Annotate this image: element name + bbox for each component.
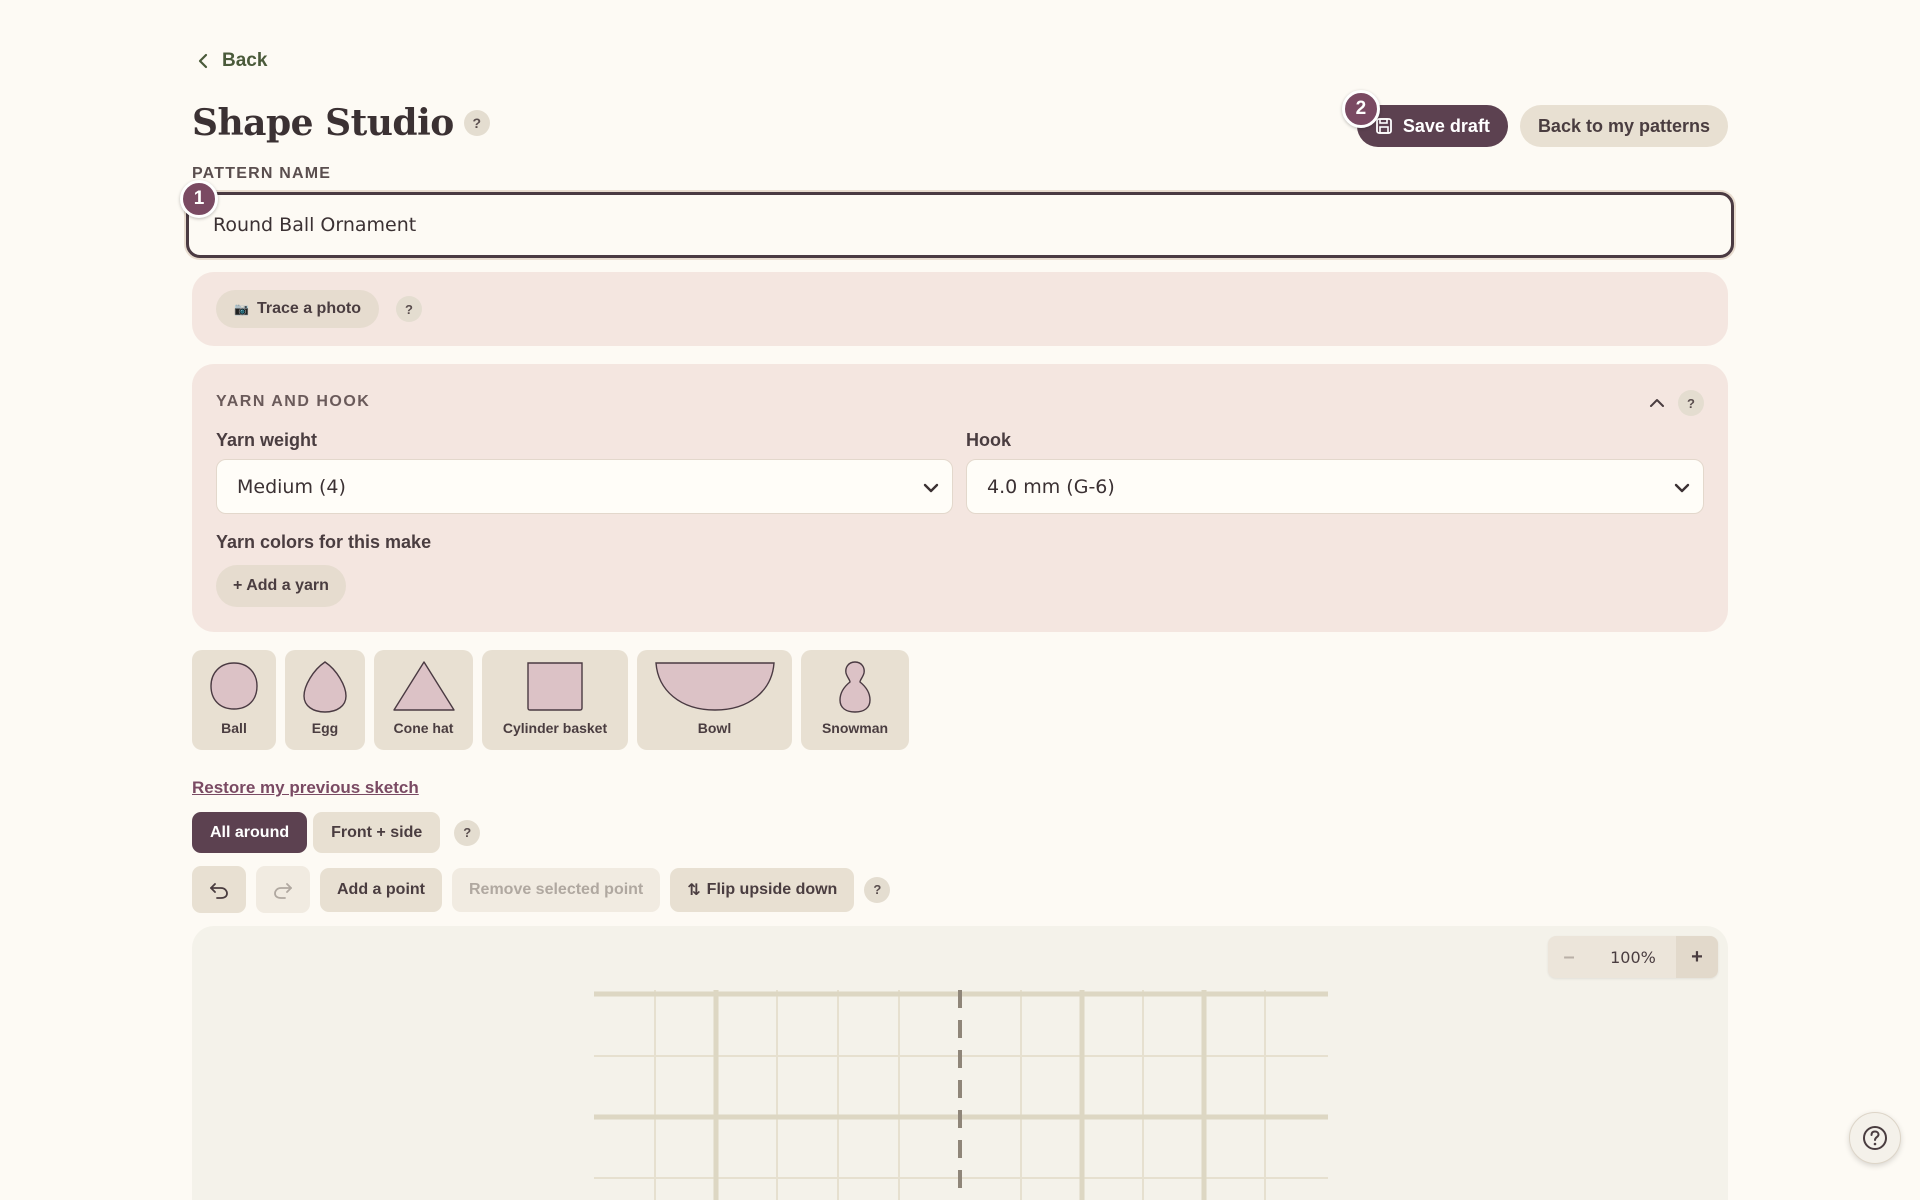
- step-badge-2: 2: [1341, 90, 1380, 128]
- chevron-left-icon: [198, 53, 208, 69]
- zoom-control: – 100% +: [1548, 936, 1718, 978]
- hook-value: 4.0 mm (G-6): [987, 475, 1115, 498]
- floating-help-button[interactable]: [1849, 1112, 1901, 1164]
- back-link[interactable]: Back: [196, 50, 267, 72]
- back-label: Back: [222, 50, 268, 71]
- redo-icon: [274, 882, 292, 899]
- zoom-level: 100%: [1610, 947, 1656, 967]
- tools-help-button[interactable]: ?: [864, 876, 891, 903]
- add-yarn-button[interactable]: + Add a yarn: [216, 565, 346, 607]
- view-front-side-button[interactable]: Front + side: [313, 812, 441, 853]
- view-toggle: All around Front + side ?: [192, 812, 481, 853]
- add-point-button[interactable]: Add a point: [320, 867, 442, 912]
- shape-label: Cylinder basket: [502, 720, 608, 736]
- remove-point-button[interactable]: Remove selected point: [451, 867, 661, 912]
- yarn-hook-panel: YARN AND HOOK ? Yarn weight Medium (4) H…: [192, 364, 1728, 632]
- header-actions: 2 Save draft Back to my patterns: [1341, 90, 1728, 147]
- ball-shape-icon: [210, 662, 258, 710]
- back-to-patterns-button[interactable]: Back to my patterns: [1519, 105, 1728, 147]
- egg-shape-icon: [303, 661, 347, 713]
- floppy-disk-icon: [1375, 118, 1392, 134]
- redo-button[interactable]: [256, 866, 310, 913]
- pattern-name-label: PATTERN NAME: [192, 165, 332, 182]
- zoom-in-button[interactable]: +: [1676, 936, 1718, 978]
- title-row: Shape Studio ?: [192, 102, 490, 144]
- pattern-name-wrap: 1: [180, 180, 1734, 258]
- edit-toolbar: Add a point Remove selected point ⇅ Flip…: [192, 866, 891, 913]
- help-circle-icon: [1863, 1126, 1887, 1150]
- chevron-up-icon[interactable]: [1646, 392, 1668, 414]
- sketch-canvas[interactable]: – 100% +: [192, 926, 1728, 1200]
- view-help-button[interactable]: ?: [454, 819, 481, 846]
- view-all-around-button[interactable]: All around: [192, 812, 308, 853]
- shape-label: Snowman: [821, 720, 889, 736]
- shape-presets: Ball Egg Cone hat Cylinder basket Bowl S…: [192, 650, 909, 750]
- page-title: Shape Studio: [192, 102, 454, 144]
- trace-photo-label: Trace a photo: [256, 300, 361, 317]
- flip-button[interactable]: ⇅ Flip upside down: [670, 867, 855, 912]
- yarn-weight-label: Yarn weight: [216, 430, 318, 450]
- yarn-help-button[interactable]: ?: [1678, 390, 1704, 416]
- hook-label: Hook: [966, 430, 1011, 450]
- yarn-weight-value: Medium (4): [237, 475, 346, 498]
- cone-shape-icon: [392, 661, 455, 711]
- shape-label: Ball: [221, 720, 247, 736]
- pattern-name-input[interactable]: [186, 192, 1734, 258]
- shape-label: Cone hat: [393, 720, 454, 736]
- flip-vertical-icon: ⇅: [687, 881, 701, 899]
- save-draft-label: Save draft: [1402, 115, 1490, 136]
- zoom-out-button[interactable]: –: [1548, 936, 1590, 978]
- title-help-button[interactable]: ?: [463, 110, 490, 136]
- yarn-weight-select[interactable]: Medium (4): [216, 459, 953, 514]
- bowl-shape-icon: [654, 662, 775, 711]
- sketch-grid: [594, 990, 1328, 1200]
- chevron-down-icon: [923, 483, 939, 493]
- shape-bowl[interactable]: Bowl: [637, 650, 792, 750]
- shape-cone-hat[interactable]: Cone hat: [374, 650, 473, 750]
- trace-panel: 📷 Trace a photo ?: [192, 272, 1728, 346]
- snowman-shape-icon: [839, 661, 871, 713]
- shape-egg[interactable]: Egg: [285, 650, 365, 750]
- undo-button[interactable]: [192, 866, 246, 913]
- yarn-hook-title: YARN AND HOOK: [216, 393, 371, 410]
- trace-photo-button[interactable]: 📷 Trace a photo: [216, 290, 379, 328]
- hook-select[interactable]: 4.0 mm (G-6): [966, 459, 1704, 514]
- yarn-colors-label: Yarn colors for this make: [216, 532, 432, 552]
- shape-cylinder-basket[interactable]: Cylinder basket: [482, 650, 628, 750]
- undo-icon: [210, 882, 228, 899]
- shape-label: Egg: [311, 720, 339, 736]
- flip-label: Flip upside down: [706, 880, 838, 898]
- restore-sketch-link[interactable]: Restore my previous sketch: [192, 778, 419, 798]
- chevron-down-icon: [1674, 483, 1690, 493]
- trace-help-button[interactable]: ?: [396, 296, 422, 322]
- save-draft-button[interactable]: 2 Save draft: [1341, 90, 1508, 147]
- shape-snowman[interactable]: Snowman: [801, 650, 909, 750]
- cylinder-shape-icon: [527, 662, 583, 711]
- shape-ball[interactable]: Ball: [192, 650, 276, 750]
- camera-icon: 📷: [234, 302, 249, 316]
- step-badge-1: 1: [180, 180, 218, 218]
- shape-label: Bowl: [697, 720, 732, 736]
